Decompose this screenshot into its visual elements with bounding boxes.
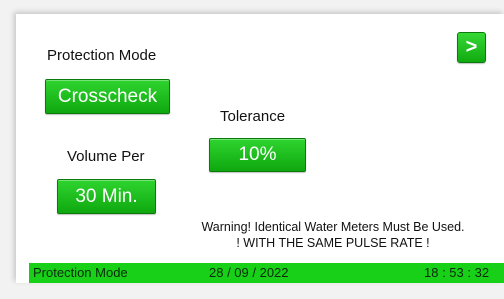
tolerance-label: Tolerance (220, 108, 286, 125)
tolerance-button[interactable]: 10% (209, 138, 306, 172)
status-screen-name: Protection Mode (33, 265, 128, 280)
protection-mode-label: Protection Mode (47, 47, 157, 64)
volume-per-button[interactable]: 30 Min. (57, 179, 156, 214)
status-date: 28 / 09 / 2022 (209, 265, 289, 280)
chevron-right-icon: > (465, 36, 478, 58)
next-page-button[interactable]: > (457, 32, 486, 63)
status-bar: Protection Mode 28 / 09 / 2022 18 : 53 :… (29, 263, 504, 283)
volume-per-label: Volume Per (67, 148, 145, 165)
warning-line-1: Warning! Identical Water Meters Must Be … (201, 220, 465, 234)
status-time: 18 : 53 : 32 (424, 265, 490, 280)
protection-mode-button[interactable]: Crosscheck (45, 79, 170, 114)
warning-line-2: ! WITH THE SAME PULSE RATE ! (236, 236, 430, 250)
warning-message: Warning! Identical Water Meters Must Be … (170, 219, 496, 251)
screen-frame: > Protection Mode Crosscheck Tolerance 1… (0, 0, 504, 299)
